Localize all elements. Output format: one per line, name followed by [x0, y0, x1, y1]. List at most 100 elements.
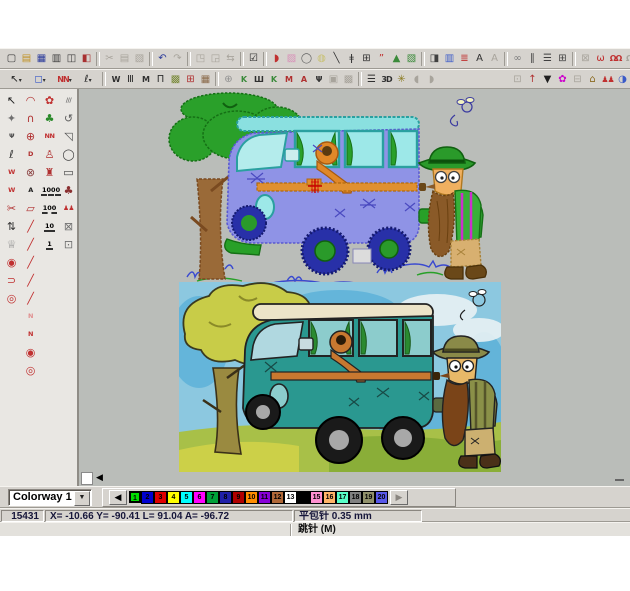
k-stitch-2-button[interactable]: K	[266, 72, 281, 87]
gray-pattern-button[interactable]: ⊠	[578, 51, 593, 66]
color-swatch-10[interactable]: 10	[245, 491, 258, 504]
redo-button[interactable]: ↷	[170, 51, 185, 66]
tatami-tool-button[interactable]: ▨	[284, 51, 299, 66]
nn-select-button[interactable]: NN▾	[52, 72, 76, 87]
circle-hatch-button[interactable]: ⊕	[221, 72, 236, 87]
select-check-button[interactable]: ☑	[246, 51, 261, 66]
w-ok-tool-button[interactable]: W	[2, 181, 21, 199]
arrow-down-black-button[interactable]: ▼	[540, 72, 555, 87]
stitch-marks-tool-button[interactable]: ”	[374, 51, 389, 66]
color-swatch-12[interactable]: 12	[271, 491, 284, 504]
grid-gray-2-button[interactable]: ⊟	[570, 72, 585, 87]
lettering-tool-button[interactable]: A	[21, 181, 40, 199]
color-swatch-16[interactable]: 16	[323, 491, 336, 504]
zigzag-m-stitch-button[interactable]: M	[138, 72, 153, 87]
flip-tool-button[interactable]: ◹	[59, 127, 78, 145]
machine-red-button[interactable]: ω	[593, 51, 608, 66]
needle-tool-button[interactable]: ǂ	[344, 51, 359, 66]
save-button[interactable]: ▦	[34, 51, 49, 66]
transform-a-button[interactable]: ◳	[193, 51, 208, 66]
column-grid-tool-button[interactable]: ▥	[442, 51, 457, 66]
house-export-button[interactable]: ⌂	[585, 72, 600, 87]
people-red-button[interactable]: ♟♟	[600, 72, 615, 87]
zigzag-w-stitch-button[interactable]: W	[108, 72, 123, 87]
dense-bars-button[interactable]: ☰	[540, 51, 555, 66]
color-swatch-1[interactable]: 1	[129, 491, 141, 503]
presser-foot-tool-button[interactable]: ♜	[40, 163, 59, 181]
n-outline-tool-button[interactable]: N	[21, 307, 40, 325]
polygon-select-tool-button[interactable]: ✦	[2, 109, 21, 127]
stitch-line-4-button[interactable]: ╱	[21, 271, 40, 289]
sha-stitch-button[interactable]: Ш	[251, 72, 266, 87]
trim-scissors-tool-button[interactable]: ✂	[2, 199, 21, 217]
e-stitch-button[interactable]: Π	[153, 72, 168, 87]
stitch-line-3-button[interactable]: ╱	[21, 253, 40, 271]
ring-target-tool-button[interactable]: ◎	[21, 361, 40, 379]
reshape-nodes-tool-button[interactable]: ◠	[21, 91, 40, 109]
open-button[interactable]: ▤	[19, 51, 34, 66]
color-swatch-14[interactable]: 14	[297, 491, 310, 504]
ring-bold-tool-button[interactable]: ◎	[2, 289, 21, 307]
palette-prev-button[interactable]: ◀	[109, 490, 127, 505]
red-grid-stitch-button[interactable]: ⊞	[183, 72, 198, 87]
cut-button[interactable]: ✂	[102, 51, 117, 66]
tatami-pattern-button[interactable]: ▩	[168, 72, 183, 87]
palette-next-button[interactable]: ▶	[390, 490, 408, 505]
colorway-dropdown[interactable]: Colorway 1 ▼	[8, 489, 92, 506]
color-swatch-11[interactable]: 11	[258, 491, 271, 504]
figures-red-tool-button[interactable]: ♟♟	[59, 199, 78, 217]
print-preview-button[interactable]: ◫	[64, 51, 79, 66]
color-swatch-8[interactable]: 8	[219, 491, 232, 504]
crown-tool-button[interactable]: ♕	[2, 235, 21, 253]
node-select-button[interactable]: ◻▾	[28, 72, 52, 87]
gray-box-stitch-button[interactable]: ▣	[326, 72, 341, 87]
pair-red-button[interactable]: ΩΩ	[608, 51, 623, 66]
swap-tool-button[interactable]: ⇅	[2, 217, 21, 235]
oval-gray-1-button[interactable]: ◖	[409, 72, 424, 87]
color-swatch-5[interactable]: 5	[180, 491, 193, 504]
color-swatch-13[interactable]: 13	[284, 491, 297, 504]
block-pattern-tool-button[interactable]: ≣	[457, 51, 472, 66]
needle-up-red-button[interactable]: ↑	[525, 72, 540, 87]
chevron-down-icon[interactable]: ▼	[74, 491, 90, 506]
design-canvas[interactable]: ◀	[79, 89, 630, 486]
fill-shape-tool-button[interactable]: ◍	[314, 51, 329, 66]
vertical-line-stitch-button[interactable]: Ⅲ	[123, 72, 138, 87]
lips-tool-button[interactable]: ◉	[2, 253, 21, 271]
double-grid-button[interactable]: ⊞	[555, 51, 570, 66]
psi-stitch-button[interactable]: Ψ	[311, 72, 326, 87]
grid-pen-tool-button[interactable]: ⊡	[59, 235, 78, 253]
print-button[interactable]: ▥	[49, 51, 64, 66]
three-d-effect-button[interactable]: 3D	[379, 72, 394, 87]
m-red-stitch-button[interactable]: M	[281, 72, 296, 87]
paste-button[interactable]: ▧	[132, 51, 147, 66]
color-swatch-2[interactable]: 2	[141, 491, 154, 504]
transform-b-button[interactable]: ◲	[208, 51, 223, 66]
new-button[interactable]: ▢	[4, 51, 19, 66]
color-swatch-17[interactable]: 17	[336, 491, 349, 504]
color-swatch-15[interactable]: 15	[310, 491, 323, 504]
tree-tool-button[interactable]: ♣	[40, 109, 59, 127]
gray-pattern-stitch-button[interactable]: ▩	[341, 72, 356, 87]
outline-ellipse-tool-button[interactable]: ◯	[299, 51, 314, 66]
line-tool-button[interactable]: ╲	[329, 51, 344, 66]
embroidery-design[interactable]	[167, 91, 489, 287]
grid-tool-button[interactable]: ⊞	[359, 51, 374, 66]
contrast-blue-button[interactable]: ◑	[615, 72, 630, 87]
color-swatch-3[interactable]: 3	[154, 491, 167, 504]
omega-plus-button[interactable]: Ω⁺	[623, 51, 630, 66]
hscroll-right-handle[interactable]	[615, 479, 624, 481]
color-swatch-18[interactable]: 18	[349, 491, 362, 504]
bitmap-tool-button[interactable]: ◨	[427, 51, 442, 66]
weave-stitch-button[interactable]: ▦	[198, 72, 213, 87]
pointer-tool-button[interactable]: ↖	[2, 91, 21, 109]
flower-magenta-button[interactable]: ✿	[555, 72, 570, 87]
undo-button[interactable]: ↶	[155, 51, 170, 66]
plaid-ball-tool-button[interactable]: ⊗	[21, 163, 40, 181]
arc-tool-button[interactable]: ↺	[59, 109, 78, 127]
ear-tool-button[interactable]: ⊃	[2, 271, 21, 289]
graph-tool-button[interactable]: ▲	[389, 51, 404, 66]
small-grid-gray-button[interactable]: ⊡	[510, 72, 525, 87]
color-swatch-20[interactable]: 20	[375, 491, 388, 504]
lines-menu-button[interactable]: ☰	[364, 72, 379, 87]
